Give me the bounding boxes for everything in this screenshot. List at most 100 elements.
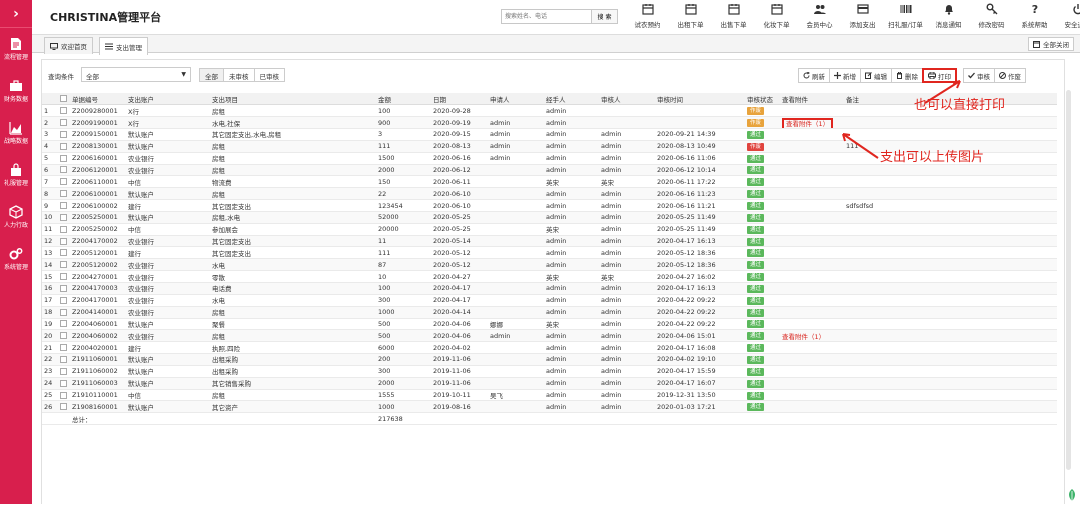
view-attachment-link[interactable]: 查看附件（1）: [782, 333, 825, 341]
row-checkbox[interactable]: [58, 247, 70, 259]
tool-fitting-appointment[interactable]: 试衣预约: [626, 3, 669, 29]
table-row[interactable]: 17Z2004170001农业银行水电3002020-04-17adminadm…: [42, 294, 1057, 306]
table-row[interactable]: 21Z2004020001建行执照,四险60002020-04-02admina…: [42, 342, 1057, 354]
row-checkbox[interactable]: [58, 211, 70, 223]
tool-add-expense[interactable]: 添加支出: [841, 3, 884, 29]
segment-all[interactable]: 全部: [199, 68, 224, 82]
row-checkbox[interactable]: [58, 176, 70, 188]
table-row[interactable]: 2Z2009190001X行水电,社保9002020-09-19adminadm…: [42, 117, 1057, 129]
row-checkbox[interactable]: [58, 330, 70, 342]
view-attachment-link[interactable]: 查看附件（1）: [782, 118, 833, 129]
tool-logout[interactable]: 安全退出: [1056, 3, 1080, 29]
col-header[interactable]: 申请人: [488, 93, 544, 105]
row-checkbox[interactable]: [58, 188, 70, 200]
sidebar-toggle[interactable]: ›: [0, 0, 32, 28]
table-row[interactable]: 10Z2005250001默认账户房租,水电520002020-05-25adm…: [42, 211, 1057, 223]
row-checkbox[interactable]: [58, 129, 70, 141]
sidebar-item-process[interactable]: 流程管理: [0, 28, 32, 70]
row-checkbox[interactable]: [58, 140, 70, 152]
table-row[interactable]: 15Z2004270001农业银行零散102020-04-27英宋英宋2020-…: [42, 271, 1057, 283]
table-row[interactable]: 24Z1911060003默认账户其它销售采购20002019-11-06adm…: [42, 377, 1057, 389]
table-row[interactable]: 3Z2009150001默认账户其它固定支出,水电,房租32020-09-15a…: [42, 129, 1057, 141]
table-row[interactable]: 25Z1910110001中信房租15552019-10-11吴飞adminad…: [42, 389, 1057, 401]
tool-change-password[interactable]: 修改密码: [970, 3, 1013, 29]
table-row[interactable]: 11Z2005250002中信参加展会200002020-05-25英宋admi…: [42, 223, 1057, 235]
col-header[interactable]: 审核人: [599, 93, 655, 105]
row-checkbox[interactable]: [58, 283, 70, 295]
segment-reviewed[interactable]: 已审核: [254, 68, 286, 82]
row-checkbox[interactable]: [58, 117, 70, 129]
row-checkbox[interactable]: [58, 354, 70, 366]
edit-button[interactable]: 编辑: [860, 68, 892, 83]
row-checkbox[interactable]: [58, 164, 70, 176]
tool-help[interactable]: ?系统帮助: [1013, 3, 1056, 29]
col-header[interactable]: 金额: [376, 93, 431, 105]
row-checkbox[interactable]: [58, 294, 70, 306]
row-checkbox[interactable]: [58, 152, 70, 164]
refresh-button[interactable]: 刷新: [798, 68, 830, 83]
col-header[interactable]: 审核状态: [745, 93, 780, 105]
col-header[interactable]: 日期: [431, 93, 488, 105]
col-header[interactable]: 支出项目: [210, 93, 376, 105]
table-row[interactable]: 9Z2006100002建行其它固定支出1234542020-06-10admi…: [42, 200, 1057, 212]
help-icon: ?: [1029, 3, 1041, 15]
search-button[interactable]: 搜 索: [591, 10, 617, 23]
table-row[interactable]: 23Z1911060002默认账户出租采购3002019-11-06admina…: [42, 365, 1057, 377]
row-checkbox[interactable]: [58, 401, 70, 413]
row-checkbox[interactable]: [58, 389, 70, 401]
tool-notifications[interactable]: 消息通知: [927, 3, 970, 29]
select-all-checkbox[interactable]: [58, 93, 70, 105]
sidebar-item-hr[interactable]: 人力行政: [0, 196, 32, 238]
print-button[interactable]: 打印: [922, 68, 957, 83]
tab-expense-management[interactable]: 支出管理: [99, 37, 148, 55]
table-row[interactable]: 12Z2004170002农业银行其它固定支出112020-05-14admin…: [42, 235, 1057, 247]
col-header[interactable]: 查看附件: [780, 93, 844, 105]
table-row[interactable]: 8Z2006100001默认账户房租222020-06-10adminadmin…: [42, 188, 1057, 200]
table-row[interactable]: 1Z2009280001X行房租1002020-09-28admin作废: [42, 105, 1057, 117]
void-button[interactable]: 作废: [994, 68, 1026, 83]
add-button[interactable]: 新增: [829, 68, 861, 83]
close-all-tabs-button[interactable]: 全部关闭: [1028, 37, 1074, 51]
table-row[interactable]: 18Z2004140001农业银行房租10002020-04-14adminad…: [42, 306, 1057, 318]
table-row[interactable]: 16Z2004170003农业银行电话费1002020-04-17adminad…: [42, 283, 1057, 295]
vertical-scrollbar[interactable]: [1066, 90, 1071, 470]
row-checkbox[interactable]: [58, 105, 70, 117]
row-checkbox[interactable]: [58, 377, 70, 389]
delete-button[interactable]: 删除: [891, 68, 923, 83]
table-row[interactable]: 22Z1911060001默认账户出租采购2002019-11-06admina…: [42, 354, 1057, 366]
row-checkbox[interactable]: [58, 235, 70, 247]
row-checkbox[interactable]: [58, 259, 70, 271]
col-header[interactable]: 经手人: [544, 93, 599, 105]
sidebar-item-system[interactable]: 系统管理: [0, 238, 32, 280]
row-checkbox[interactable]: [58, 342, 70, 354]
tool-member-center[interactable]: 会员中心: [798, 3, 841, 29]
sidebar-item-finance[interactable]: 财务数据: [0, 70, 32, 112]
tab-welcome[interactable]: 欢迎首页: [44, 37, 93, 54]
row-checkbox[interactable]: [58, 223, 70, 235]
tool-sale-order[interactable]: 出售下单: [712, 3, 755, 29]
table-row[interactable]: 7Z2006110001中信物流费1502020-06-11英宋英宋2020-0…: [42, 176, 1057, 188]
tool-rental-order[interactable]: 出租下单: [669, 3, 712, 29]
row-checkbox[interactable]: [58, 365, 70, 377]
col-header[interactable]: 审核时间: [655, 93, 745, 105]
col-header[interactable]: 单据编号: [70, 93, 126, 105]
filter-select[interactable]: 全部▼: [81, 67, 191, 82]
table-row[interactable]: 13Z2005120001建行其它固定支出1112020-05-12admina…: [42, 247, 1057, 259]
col-header[interactable]: 支出账户: [126, 93, 210, 105]
tool-makeup-order[interactable]: 化妆下单: [755, 3, 798, 29]
search-input[interactable]: [502, 10, 591, 23]
review-button[interactable]: 审核: [963, 68, 995, 83]
table-row[interactable]: 20Z2004060002农业银行房租5002020-04-06adminadm…: [42, 330, 1057, 342]
table-row[interactable]: 19Z2004060001默认账户聚餐5002020-04-06娜娜英宋admi…: [42, 318, 1057, 330]
segment-unreviewed[interactable]: 未审核: [223, 68, 255, 82]
sidebar-item-strategy[interactable]: 战略数据: [0, 112, 32, 154]
row-checkbox[interactable]: [58, 271, 70, 283]
table-row[interactable]: 14Z2005120002农业银行水电872020-05-12adminadmi…: [42, 259, 1057, 271]
table-row[interactable]: 26Z1908160001默认账户其它资产10002019-08-16admin…: [42, 401, 1057, 413]
tool-scan-gown-order[interactable]: 扫礼服/订单: [884, 3, 927, 29]
row-checkbox[interactable]: [58, 200, 70, 212]
sidebar-item-gowns[interactable]: 礼服管理: [0, 154, 32, 196]
row-checkbox[interactable]: [58, 318, 70, 330]
table-row[interactable]: 6Z2006120001农业银行房租20002020-06-12adminadm…: [42, 164, 1057, 176]
row-checkbox[interactable]: [58, 306, 70, 318]
